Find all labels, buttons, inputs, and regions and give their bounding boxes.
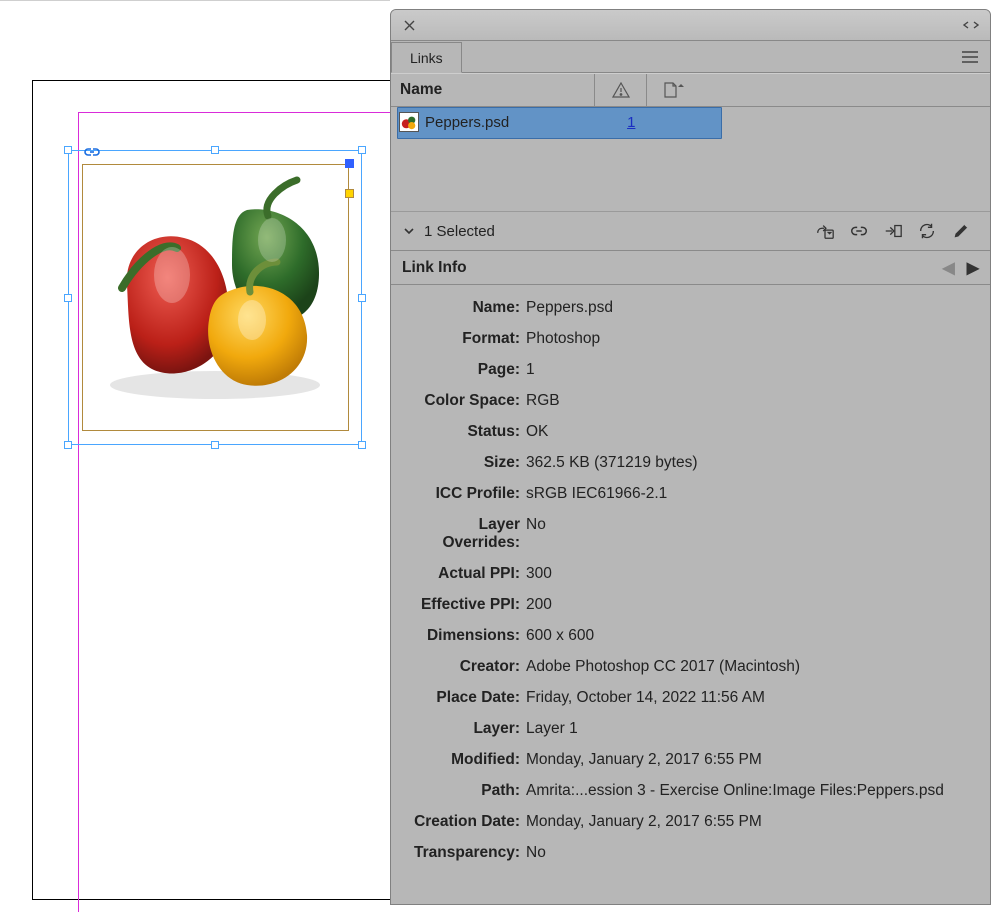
next-link-icon[interactable]: ▶ — [967, 258, 979, 278]
resize-handle[interactable] — [64, 441, 72, 449]
link-icon — [81, 146, 103, 157]
links-toolbar: 1 Selected — [391, 211, 990, 251]
value-placedate: Friday, October 14, 2022 11:56 AM — [526, 689, 980, 707]
value-modified: Monday, January 2, 2017 6:55 PM — [526, 751, 980, 769]
resize-handle[interactable] — [358, 146, 366, 154]
list-header: Name — [391, 73, 990, 107]
resize-handle[interactable] — [211, 146, 219, 154]
relink-cc-icon[interactable] — [808, 214, 842, 248]
resize-handle[interactable] — [358, 441, 366, 449]
link-info-label: Link Info — [402, 259, 467, 277]
value-layer: Layer 1 — [526, 720, 980, 738]
edit-original-icon[interactable] — [944, 214, 978, 248]
label-effectiveppi: Effective PPI: — [401, 596, 526, 614]
label-path: Path: — [401, 782, 526, 800]
label-layer: Layer: — [401, 720, 526, 738]
value-colorspace: RGB — [526, 392, 980, 410]
label-actualppi: Actual PPI: — [401, 565, 526, 583]
column-page-icon[interactable] — [646, 74, 698, 106]
link-instance-count[interactable]: 1 — [615, 114, 635, 131]
tab-links[interactable]: Links — [391, 42, 462, 73]
goto-link-icon[interactable] — [876, 214, 910, 248]
value-format: Photoshop — [526, 330, 980, 348]
prev-link-icon[interactable]: ◀ — [942, 258, 954, 278]
resize-handle[interactable] — [358, 294, 366, 302]
document-canvas[interactable] — [0, 0, 390, 909]
column-status-icon[interactable] — [594, 74, 646, 106]
panel-titlebar[interactable] — [391, 10, 990, 41]
panel-tabs: Links — [391, 41, 990, 73]
value-overrides: No — [526, 516, 980, 552]
value-transparency: No — [526, 844, 980, 862]
link-info-header: Link Info ◀ ▶ — [391, 251, 990, 285]
column-name[interactable]: Name — [391, 81, 594, 99]
label-placedate: Place Date: — [401, 689, 526, 707]
label-creationdate: Creation Date: — [401, 813, 526, 831]
value-path: Amrita:...ession 3 - Exercise Online:Ima… — [526, 782, 980, 800]
value-name: Peppers.psd — [526, 299, 980, 317]
label-transparency: Transparency: — [401, 844, 526, 862]
selection-count: 1 Selected — [424, 223, 495, 240]
value-creator: Adobe Photoshop CC 2017 (Macintosh) — [526, 658, 980, 676]
label-status: Status: — [401, 423, 526, 441]
disclosure-icon[interactable] — [403, 225, 415, 237]
label-colorspace: Color Space: — [401, 392, 526, 410]
label-format: Format: — [401, 330, 526, 348]
resize-handle[interactable] — [211, 441, 219, 449]
label-creator: Creator: — [401, 658, 526, 676]
label-modified: Modified: — [401, 751, 526, 769]
link-row[interactable]: Peppers.psd 1 — [391, 107, 990, 137]
link-info-body: Name:Peppers.psd Format:Photoshop Page:1… — [391, 285, 990, 905]
placed-image[interactable] — [82, 170, 349, 415]
link-filename: Peppers.psd — [425, 114, 615, 131]
label-dimensions: Dimensions: — [401, 627, 526, 645]
value-size: 362.5 KB (371219 bytes) — [526, 454, 980, 472]
value-actualppi: 300 — [526, 565, 980, 583]
label-size: Size: — [401, 454, 526, 472]
panel-menu-icon[interactable] — [960, 47, 980, 67]
close-icon[interactable] — [401, 17, 417, 33]
link-thumbnail — [399, 112, 419, 132]
label-name: Name: — [401, 299, 526, 317]
value-effectiveppi: 200 — [526, 596, 980, 614]
resize-handle[interactable] — [64, 146, 72, 154]
value-status: OK — [526, 423, 980, 441]
update-link-icon[interactable] — [910, 214, 944, 248]
resize-handle[interactable] — [64, 294, 72, 302]
value-creationdate: Monday, January 2, 2017 6:55 PM — [526, 813, 980, 831]
label-overrides: Layer Overrides: — [401, 516, 526, 552]
collapse-icon[interactable] — [962, 20, 980, 30]
relink-icon[interactable] — [842, 214, 876, 248]
value-icc: sRGB IEC61966-2.1 — [526, 485, 980, 503]
label-page: Page: — [401, 361, 526, 379]
links-panel: Links Name Peppers.psd 1 1 Selected — [390, 9, 991, 905]
value-dimensions: 600 x 600 — [526, 627, 980, 645]
label-icc: ICC Profile: — [401, 485, 526, 503]
value-page: 1 — [526, 361, 980, 379]
